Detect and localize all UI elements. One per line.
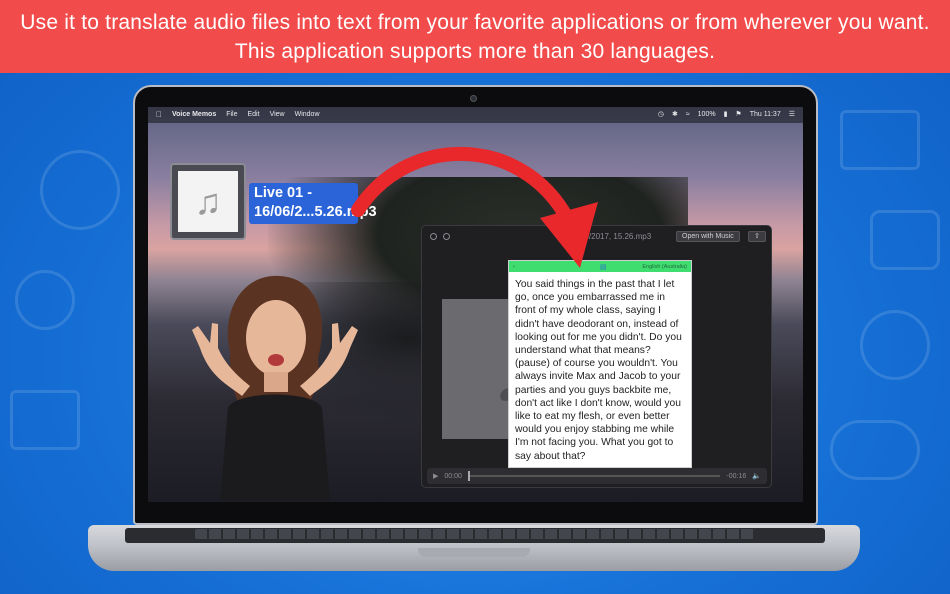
open-with-music-button[interactable]: Open with Music bbox=[676, 231, 740, 242]
audio-file-icon[interactable]: ♫ bbox=[170, 163, 246, 240]
chart-doodle bbox=[10, 390, 80, 450]
camera bbox=[470, 95, 477, 102]
menu-view[interactable]: View bbox=[270, 107, 285, 123]
smiley-doodle bbox=[860, 310, 930, 380]
red-arrow-graphic bbox=[351, 146, 598, 268]
menu-app-name[interactable]: Voice Memos bbox=[172, 107, 216, 123]
file-name-line-1: Live 01 - bbox=[254, 185, 313, 201]
menu-list-icon[interactable]: ☰ bbox=[789, 107, 795, 123]
remaining-time: -00:16 bbox=[726, 472, 747, 480]
banner-line-1: Use it to translate audio files into tex… bbox=[20, 11, 930, 34]
menu-edit[interactable]: Edit bbox=[248, 107, 260, 123]
battery-percent[interactable]: 100% bbox=[698, 107, 716, 123]
elapsed-time: 00:00 bbox=[444, 472, 462, 480]
menu-file[interactable]: File bbox=[226, 107, 237, 123]
banner-line-2: This application supports more than 30 l… bbox=[234, 40, 716, 63]
flag-icon[interactable]: ⚑ bbox=[735, 107, 741, 123]
arrow-shaft bbox=[351, 146, 579, 235]
surprised-woman-photo bbox=[192, 275, 358, 500]
scrubber-knob[interactable] bbox=[467, 471, 470, 481]
envelope-doodle bbox=[840, 110, 920, 170]
volume-icon[interactable]: 🔈 bbox=[752, 472, 761, 480]
keyboard-edge bbox=[195, 529, 755, 539]
clock-doodle bbox=[15, 270, 75, 330]
cloud-doodle bbox=[830, 420, 920, 480]
language-label[interactable]: English (Australia) bbox=[642, 264, 687, 270]
opening-notch bbox=[418, 548, 530, 557]
transcript-text: You said things in the past that I let g… bbox=[515, 279, 682, 462]
promo-banner: Use it to translate audio files into tex… bbox=[0, 0, 950, 73]
battery-icon[interactable]: ▮ bbox=[724, 107, 728, 123]
time-machine-icon[interactable]: ◷ bbox=[658, 107, 664, 123]
music-note-icon: ♫ bbox=[178, 171, 238, 232]
scrubber[interactable] bbox=[467, 471, 721, 481]
transcript-panel: ‹ ▤ English (Australia) You said things … bbox=[508, 260, 692, 468]
bluetooth-icon[interactable]: ✱ bbox=[672, 107, 678, 123]
wifi-icon[interactable]: ≈ bbox=[686, 107, 690, 123]
arrow-head bbox=[540, 202, 598, 268]
chat-bubble-doodle bbox=[40, 150, 120, 230]
playback-controls: ▶ 00:00 -00:16 🔈 bbox=[427, 468, 767, 484]
play-icon[interactable]: ▶ bbox=[433, 472, 438, 480]
file-name-line-2: 16/06/2...5.26.mp3 bbox=[254, 204, 377, 220]
chat-doodle bbox=[870, 210, 940, 270]
share-icon[interactable]: ⇧ bbox=[748, 231, 766, 242]
apple-icon[interactable]:  bbox=[156, 107, 162, 123]
mac-menubar:  Voice Memos File Edit View Window ◷ ✱ … bbox=[148, 107, 803, 123]
menu-window[interactable]: Window bbox=[295, 107, 320, 123]
clock[interactable]: Thu 11:37 bbox=[750, 107, 781, 123]
